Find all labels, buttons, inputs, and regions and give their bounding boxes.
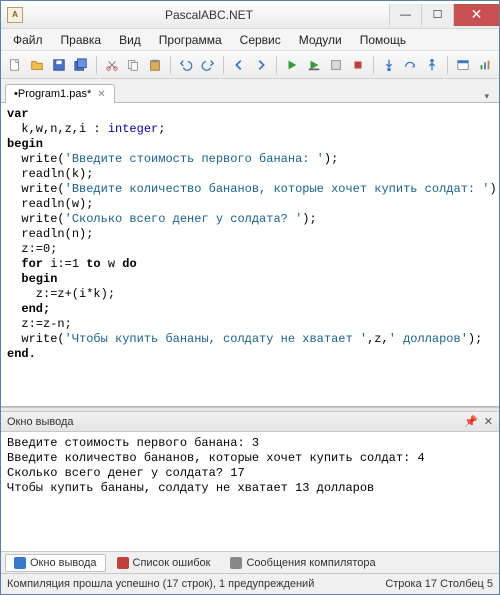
code-editor[interactable]: var k,w,n,z,i : integer;begin write('Вве… [1, 103, 499, 407]
toolbar-separator [170, 56, 171, 74]
output-panel[interactable]: Введите стоимость первого банана: 3Введи… [1, 432, 499, 552]
cut-icon[interactable] [102, 55, 122, 75]
step-out-icon[interactable] [422, 55, 442, 75]
toolbar-separator [276, 56, 277, 74]
open-file-icon[interactable] [27, 55, 47, 75]
window-buttons: — ☐ ✕ [389, 4, 499, 26]
menu-модули[interactable]: Модули [291, 31, 350, 49]
bottom-tabbar: Окно вывода Список ошибок Сообщения компил… [1, 552, 499, 574]
tab-icon [14, 557, 26, 569]
pin-icon[interactable]: 📌 [464, 415, 478, 428]
tab-label: Окно вывода [30, 557, 97, 569]
undo-icon[interactable] [176, 55, 196, 75]
editor-tabbar: •Program1.pas* ✕ ▾ [1, 79, 499, 103]
stop-icon[interactable] [348, 55, 368, 75]
window-title: PascalABC.NET [29, 8, 389, 22]
menu-сервис[interactable]: Сервис [232, 31, 289, 49]
copy-icon[interactable] [124, 55, 144, 75]
step-into-icon[interactable] [379, 55, 399, 75]
app-icon: A [7, 7, 23, 23]
panel-close-icon[interactable]: ✕ [484, 415, 493, 428]
bottom-tab-1[interactable]: Список ошибок [108, 554, 220, 572]
form-icon[interactable] [453, 55, 473, 75]
menu-правка[interactable]: Правка [53, 31, 110, 49]
redo-icon[interactable] [198, 55, 218, 75]
statusbar: Компиляция прошла успешно (17 строк), 1 … [1, 574, 499, 594]
tab-overflow-icon[interactable]: ▾ [484, 91, 495, 102]
chart-icon[interactable] [475, 55, 495, 75]
menu-вид[interactable]: Вид [111, 31, 149, 49]
toolbar-separator [96, 56, 97, 74]
menubar: ФайлПравкаВидПрограммаСервисМодулиПомощь [1, 29, 499, 51]
titlebar: A PascalABC.NET — ☐ ✕ [1, 1, 499, 29]
save-icon[interactable] [49, 55, 69, 75]
run-icon[interactable] [282, 55, 302, 75]
tab-label: •Program1.pas* [14, 88, 91, 100]
output-panel-title: Окно вывода [7, 416, 74, 428]
minimize-button[interactable]: — [389, 4, 421, 26]
close-button[interactable]: ✕ [453, 4, 499, 26]
run-cursor-icon[interactable] [304, 55, 324, 75]
toolbar [1, 51, 499, 79]
editor-tab[interactable]: •Program1.pas* ✕ [5, 84, 115, 103]
output-panel-header: Окно вывода 📌 ✕ [1, 412, 499, 432]
paste-icon[interactable] [145, 55, 165, 75]
step-over-icon[interactable] [401, 55, 421, 75]
toolbar-separator [447, 56, 448, 74]
maximize-button[interactable]: ☐ [421, 4, 453, 26]
status-left: Компиляция прошла успешно (17 строк), 1 … [7, 578, 314, 590]
menu-помощь[interactable]: Помощь [352, 31, 414, 49]
tab-label: Сообщения компилятора [246, 557, 375, 569]
compile-icon[interactable] [326, 55, 346, 75]
new-file-icon[interactable] [5, 55, 25, 75]
tab-icon [117, 557, 129, 569]
toolbar-separator [373, 56, 374, 74]
bottom-tab-2[interactable]: Сообщения компилятора [221, 554, 384, 572]
menu-программа[interactable]: Программа [151, 31, 230, 49]
save-all-icon[interactable] [71, 55, 91, 75]
bottom-tab-0[interactable]: Окно вывода [5, 554, 106, 572]
tab-close-icon[interactable]: ✕ [97, 89, 105, 100]
back-icon[interactable] [229, 55, 249, 75]
forward-icon[interactable] [251, 55, 271, 75]
menu-файл[interactable]: Файл [5, 31, 51, 49]
status-right: Строка 17 Столбец 5 [385, 578, 493, 590]
toolbar-separator [223, 56, 224, 74]
tab-label: Список ошибок [133, 557, 211, 569]
tab-icon [230, 557, 242, 569]
